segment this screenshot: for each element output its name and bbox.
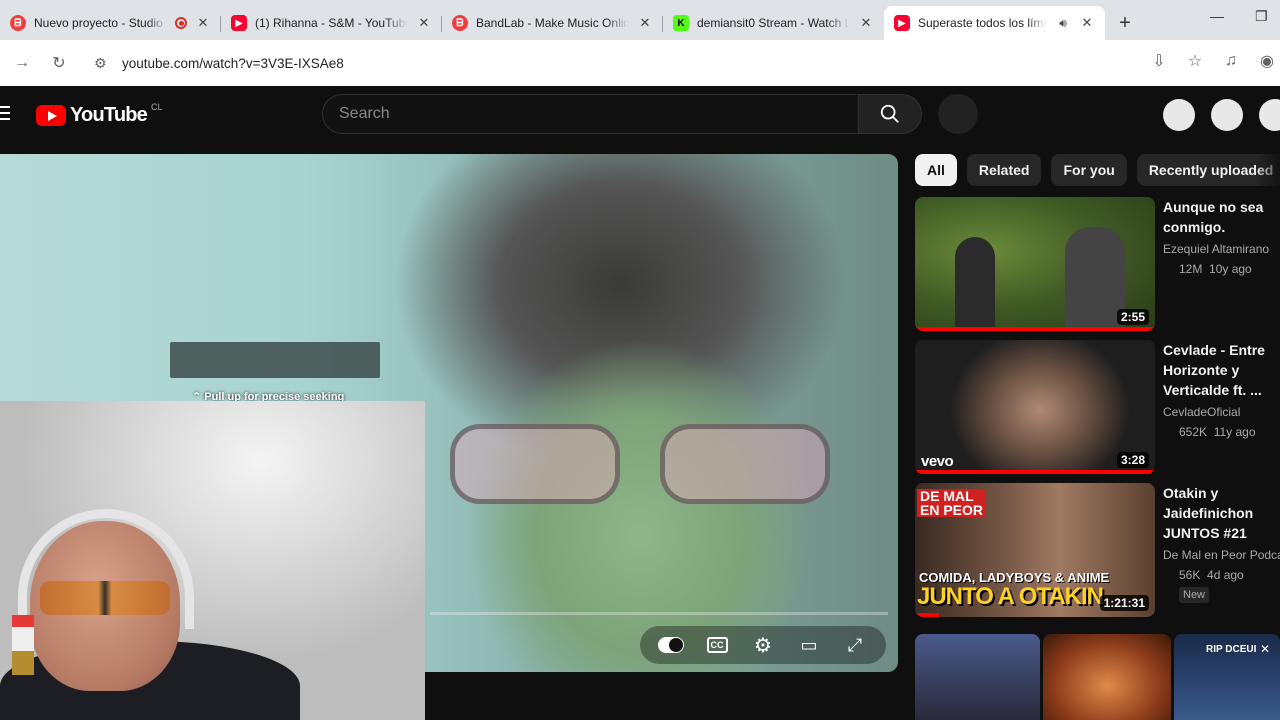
tab-title: (1) Rihanna - S&M - YouTube bbox=[255, 16, 408, 30]
video-thumbnail[interactable]: vevo 3:28 bbox=[915, 340, 1155, 474]
cc-icon: CC bbox=[706, 637, 728, 653]
video-thumbnail[interactable]: DE MAL EN PEOR COMIDA, LADYBOYS & ANIME … bbox=[915, 483, 1155, 617]
forward-icon[interactable]: → bbox=[8, 49, 36, 77]
voice-search-button[interactable] bbox=[938, 94, 978, 134]
close-icon[interactable]: ✕ bbox=[1260, 642, 1270, 656]
site-settings-icon[interactable]: ⚙ bbox=[94, 55, 107, 72]
kick-icon: K bbox=[673, 15, 689, 31]
theater-mode-icon[interactable]: ▭ bbox=[796, 632, 822, 658]
search-icon bbox=[880, 104, 899, 123]
short-thumbnail[interactable]: RIP DCEUI ✕ bbox=[1174, 634, 1280, 720]
video-duration: 1:21:31 bbox=[1099, 595, 1149, 611]
browser-tab-strip: ᗷ Nuevo proyecto - Studio ✕ ▶ (1) Rihann… bbox=[0, 0, 1280, 40]
list-item[interactable]: 2:55 Aunque no sea conmigo. Ezequiel Alt… bbox=[915, 197, 1280, 331]
video-subject-glasses bbox=[440, 424, 840, 514]
chip-for-you[interactable]: For you bbox=[1051, 154, 1127, 186]
watched-progress bbox=[915, 327, 1155, 331]
tab-demiansit0[interactable]: K demiansit0 Stream - Watch Live ✕ bbox=[663, 6, 884, 40]
channel-name[interactable]: Ezequiel Altamirano bbox=[1163, 239, 1280, 259]
youtube-icon: ▶ bbox=[894, 15, 910, 31]
chip-all[interactable]: All bbox=[915, 154, 957, 186]
tab-title: Superaste todos los límites bbox=[918, 16, 1047, 30]
youtube-icon: ▶ bbox=[231, 15, 247, 31]
new-tab-button[interactable]: + bbox=[1111, 9, 1139, 37]
install-app-icon[interactable]: ⇩ bbox=[1146, 48, 1172, 74]
reload-icon[interactable]: ↻ bbox=[45, 49, 73, 77]
close-tab-icon[interactable]: ✕ bbox=[637, 15, 653, 31]
video-thumbnail[interactable]: 2:55 bbox=[915, 197, 1155, 331]
browser-toolbar: → ↻ ⚙ youtube.com/watch?v=3V3E-IXSAe8 ⇩ … bbox=[0, 40, 1280, 86]
country-code: CL bbox=[150, 101, 163, 112]
tab-bandlab[interactable]: ᗷ BandLab - Make Music Online ✕ bbox=[442, 6, 663, 40]
vevo-logo: vevo bbox=[921, 453, 954, 470]
video-title[interactable]: Otakin y Jaidefinichon JUNTOS #21 Temp bbox=[1163, 483, 1280, 543]
new-badge: New bbox=[1179, 587, 1210, 603]
tab-title: BandLab - Make Music Online bbox=[476, 16, 629, 30]
video-title[interactable]: Aunque no sea conmigo. bbox=[1163, 197, 1280, 237]
video-title[interactable]: Cevlade - Entre Horizonte y Verticalde f… bbox=[1163, 340, 1280, 400]
thumb-tag: DE MAL EN PEOR bbox=[917, 489, 987, 517]
watched-progress bbox=[915, 470, 1155, 474]
webcam-overlay bbox=[0, 401, 425, 720]
autoplay-toggle[interactable] bbox=[658, 632, 684, 658]
maximize-icon[interactable]: ❐ bbox=[1255, 8, 1268, 25]
short-thumbnail[interactable] bbox=[1043, 634, 1171, 720]
close-tab-icon[interactable]: ✕ bbox=[1079, 15, 1095, 31]
youtube-logo[interactable]: YouTube CL bbox=[36, 101, 163, 127]
close-tab-icon[interactable]: ✕ bbox=[416, 15, 432, 31]
bandlab-icon: ᗷ bbox=[10, 15, 26, 31]
youtube-header: YouTube CL Search bbox=[0, 86, 1280, 144]
video-meta: 652K 11y ago bbox=[1179, 425, 1256, 439]
search-placeholder: Search bbox=[339, 105, 390, 122]
watched-progress bbox=[915, 613, 939, 617]
tab-superaste[interactable]: ▶ Superaste todos los límites 🔊︎ ✕ bbox=[884, 6, 1105, 40]
chip-related[interactable]: Related bbox=[966, 154, 1042, 186]
channel-name[interactable]: De Mal en Peor Podcast bbox=[1163, 545, 1280, 565]
progress-bar[interactable] bbox=[430, 612, 888, 615]
list-item[interactable]: vevo 3:28 Cevlade - Entre Horizonte y Ve… bbox=[915, 340, 1280, 474]
bandlab-icon: ᗷ bbox=[452, 15, 468, 31]
tab-title: demiansit0 Stream - Watch Live bbox=[697, 16, 850, 30]
player-controls: CC ⚙ ▭ ⤢ bbox=[640, 626, 886, 664]
close-tab-icon[interactable]: ✕ bbox=[858, 15, 874, 31]
short-thumbnail[interactable] bbox=[915, 634, 1040, 720]
video-meta: 56K 4d ago bbox=[1179, 568, 1244, 582]
tab-title: Nuevo proyecto - Studio bbox=[34, 16, 163, 30]
youtube-play-icon bbox=[36, 105, 66, 126]
close-tab-icon[interactable]: ✕ bbox=[195, 15, 211, 31]
address-bar[interactable]: ⚙ youtube.com/watch?v=3V3E-IXSAe8 bbox=[86, 47, 1196, 79]
notifications-button[interactable] bbox=[1211, 99, 1243, 131]
search-button[interactable] bbox=[858, 94, 922, 134]
avatar[interactable] bbox=[1259, 99, 1280, 131]
recording-icon bbox=[175, 17, 187, 29]
create-button[interactable] bbox=[1163, 99, 1195, 131]
thumb-caption: JUNTO A OTAKIN bbox=[917, 583, 1104, 610]
video-duration: 3:28 bbox=[1116, 452, 1149, 468]
background-shelf bbox=[170, 342, 380, 378]
settings-gear-icon[interactable]: ⚙ bbox=[750, 632, 776, 658]
toolbar-right: ⇩ ☆ ♫ ◉ bbox=[1146, 48, 1280, 74]
minimize-icon[interactable]: — bbox=[1210, 8, 1224, 24]
list-item[interactable]: DE MAL EN PEOR COMIDA, LADYBOYS & ANIME … bbox=[915, 483, 1280, 617]
media-control-icon[interactable]: ♫ bbox=[1218, 48, 1244, 74]
video-duration: 2:55 bbox=[1116, 309, 1149, 325]
speaker-icon[interactable]: 🔊︎ bbox=[1055, 15, 1071, 31]
filter-chips: All Related For you Recently uploaded bbox=[915, 154, 1280, 186]
channel-name[interactable]: CevladeOficial bbox=[1163, 402, 1280, 422]
bookmark-star-icon[interactable]: ☆ bbox=[1182, 48, 1208, 74]
menu-icon[interactable] bbox=[0, 106, 10, 122]
tab-rihanna[interactable]: ▶ (1) Rihanna - S&M - YouTube ✕ bbox=[221, 6, 442, 40]
short-caption: RIP DCEUI bbox=[1206, 644, 1257, 655]
captions-button[interactable]: CC bbox=[704, 632, 730, 658]
chip-recently-uploaded[interactable]: Recently uploaded bbox=[1136, 154, 1280, 186]
logo-text: YouTube bbox=[70, 104, 148, 126]
fullscreen-icon[interactable]: ⤢ bbox=[842, 632, 868, 658]
url-text: youtube.com/watch?v=3V3E-IXSAe8 bbox=[122, 55, 344, 71]
tinted-glasses bbox=[40, 581, 170, 615]
profile-icon[interactable]: ◉ bbox=[1254, 48, 1280, 74]
tab-nuevo-proyecto[interactable]: ᗷ Nuevo proyecto - Studio ✕ bbox=[0, 6, 221, 40]
video-meta: 12M 10y ago bbox=[1179, 262, 1252, 276]
search-input[interactable]: Search bbox=[322, 94, 859, 134]
